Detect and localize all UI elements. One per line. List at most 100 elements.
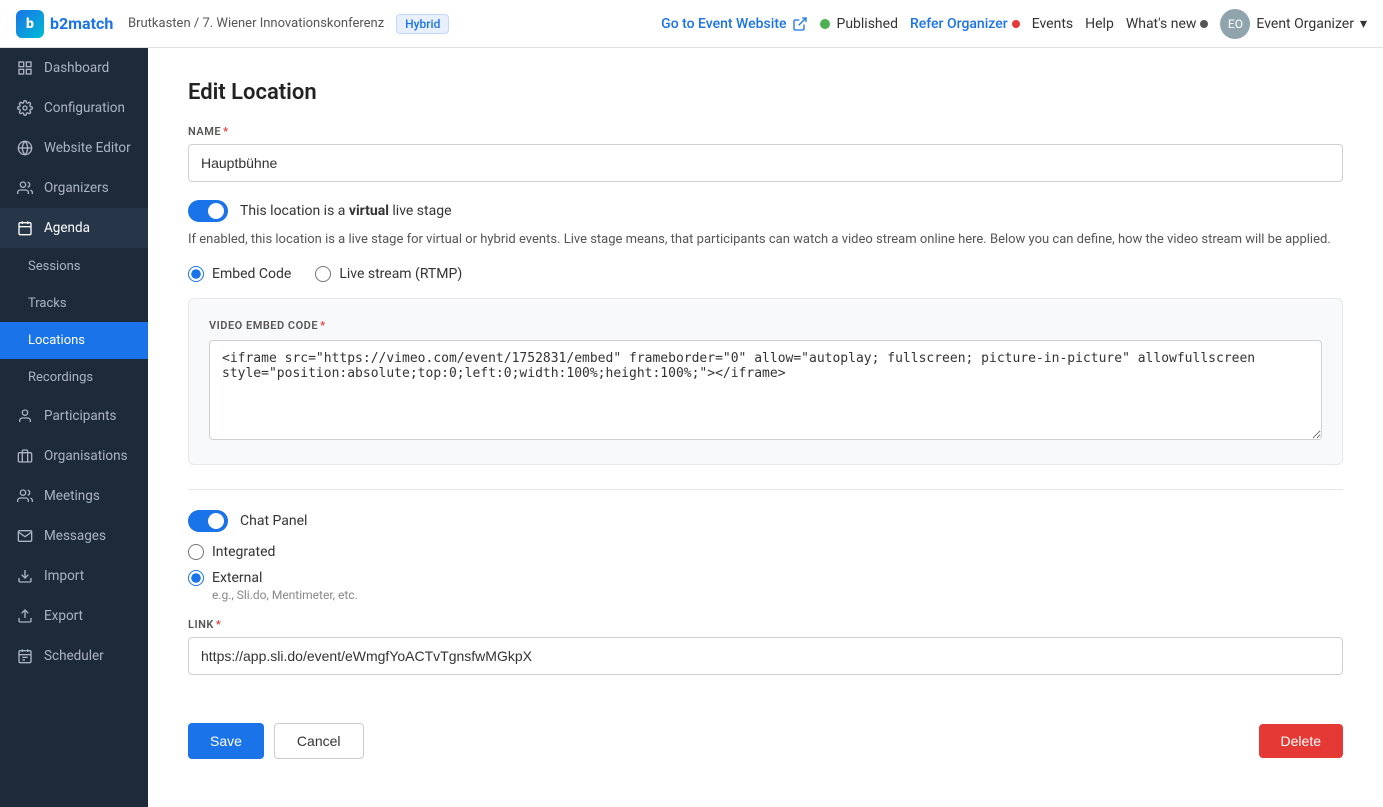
topnav: b b2match Brutkasten / 7. Wiener Innovat…: [0, 0, 1383, 48]
livestream-radio-item[interactable]: Live stream (RTMP): [315, 266, 462, 282]
sidebar-item-scheduler[interactable]: Scheduler: [0, 636, 148, 676]
external-hint: e.g., Sli.do, Mentimeter, etc.: [212, 588, 1343, 602]
sidebar-item-configuration[interactable]: Configuration: [0, 88, 148, 128]
website-editor-icon: [16, 139, 34, 157]
chat-type-radio-group: Integrated External e.g., Sli.do, Mentim…: [188, 544, 1343, 602]
footer-left-buttons: Save Cancel: [188, 723, 364, 759]
sidebar-item-sessions-label: Sessions: [28, 259, 81, 274]
sidebar-item-messages[interactable]: Messages: [0, 516, 148, 556]
sidebar-item-export-label: Export: [44, 608, 83, 624]
breadcrumb: Brutkasten / 7. Wiener Innovationskonfer…: [128, 16, 384, 31]
livestream-radio[interactable]: [315, 266, 331, 282]
agenda-icon: [16, 219, 34, 237]
sidebar-item-sessions[interactable]: Sessions: [0, 248, 148, 285]
sidebar-item-meetings[interactable]: Meetings: [0, 476, 148, 516]
link-field-group: LINK*: [188, 618, 1343, 675]
embed-code-radio-item[interactable]: Embed Code: [188, 266, 291, 282]
stream-type-radio-group: Embed Code Live stream (RTMP): [188, 266, 1343, 282]
virtual-info-text: If enabled, this location is a live stag…: [188, 230, 1343, 250]
sidebar-item-agenda-label: Agenda: [44, 220, 90, 236]
sidebar-item-import[interactable]: Import: [0, 556, 148, 596]
logo-text: b2match: [50, 14, 113, 33]
goto-label: Go to Event Website: [661, 16, 786, 32]
logo[interactable]: b b2match: [16, 10, 116, 38]
sidebar-item-participants-label: Participants: [44, 408, 117, 424]
footer-buttons: Save Cancel Delete: [188, 707, 1343, 759]
sidebar-item-recordings[interactable]: Recordings: [0, 359, 148, 396]
sidebar-item-meetings-label: Meetings: [44, 488, 100, 504]
participants-icon: [16, 407, 34, 425]
whatsnew-dot: [1200, 20, 1208, 28]
name-input[interactable]: [188, 144, 1343, 182]
sidebar-item-locations-label: Locations: [28, 333, 85, 348]
sidebar-item-messages-label: Messages: [44, 528, 106, 544]
link-label: LINK*: [188, 618, 1343, 631]
user-menu[interactable]: EO Event Organizer ▾: [1220, 9, 1367, 39]
external-radio-group: External e.g., Sli.do, Mentimeter, etc.: [188, 570, 1343, 602]
sidebar-item-locations[interactable]: Locations: [0, 322, 148, 359]
external-radio[interactable]: [188, 570, 204, 586]
sidebar-item-import-label: Import: [44, 568, 84, 584]
chat-panel-toggle-row: Chat Panel: [188, 510, 1343, 532]
scheduler-icon: [16, 647, 34, 665]
link-input[interactable]: [188, 637, 1343, 675]
external-label: External: [212, 570, 262, 586]
organisations-icon: [16, 447, 34, 465]
external-radio-item[interactable]: External: [188, 570, 1343, 586]
configuration-icon: [16, 99, 34, 117]
divider: [188, 489, 1343, 490]
goto-event-website-link[interactable]: Go to Event Website: [661, 16, 808, 32]
toggle-slider: [188, 200, 228, 222]
cancel-button[interactable]: Cancel: [274, 723, 364, 759]
sidebar-item-organizers[interactable]: Organizers: [0, 168, 148, 208]
embed-code-label: Embed Code: [212, 266, 291, 282]
sidebar-item-tracks-label: Tracks: [28, 296, 67, 311]
chat-panel-section: Chat Panel Integrated External e.g., Sli…: [188, 510, 1343, 675]
video-embed-code-textarea[interactable]: <iframe src="https://vimeo.com/event/175…: [209, 340, 1322, 440]
events-link[interactable]: Events: [1032, 16, 1073, 32]
sidebar-item-export[interactable]: Export: [0, 596, 148, 636]
integrated-radio-item[interactable]: Integrated: [188, 544, 1343, 560]
embed-code-radio[interactable]: [188, 266, 204, 282]
dashboard-icon: [16, 59, 34, 77]
embed-code-section: VIDEO EMBED CODE* <iframe src="https://v…: [188, 298, 1343, 465]
sidebar-item-agenda[interactable]: Agenda: [0, 208, 148, 248]
chat-panel-label: Chat Panel: [240, 513, 307, 529]
virtual-toggle[interactable]: [188, 200, 228, 222]
meetings-icon: [16, 487, 34, 505]
delete-button[interactable]: Delete: [1259, 724, 1343, 758]
logo-icon: b: [16, 10, 44, 38]
hybrid-badge: Hybrid: [396, 14, 449, 34]
breadcrumb-event[interactable]: 7. Wiener Innovationskonferenz: [202, 16, 384, 31]
main-content: Edit Location NAME* This location is a v…: [148, 48, 1383, 807]
virtual-toggle-label: This location is a virtual live stage: [240, 203, 452, 219]
chat-toggle-slider: [188, 510, 228, 532]
breadcrumb-org[interactable]: Brutkasten: [128, 16, 191, 31]
sidebar-item-dashboard-label: Dashboard: [44, 60, 109, 76]
avatar: EO: [1220, 9, 1250, 39]
help-link[interactable]: Help: [1085, 16, 1114, 32]
integrated-radio[interactable]: [188, 544, 204, 560]
user-label: Event Organizer: [1256, 16, 1354, 32]
sidebar-item-participants[interactable]: Participants: [0, 396, 148, 436]
messages-icon: [16, 527, 34, 545]
sidebar-item-dashboard[interactable]: Dashboard: [0, 48, 148, 88]
chat-panel-toggle[interactable]: [188, 510, 228, 532]
published-status: Published: [820, 16, 897, 32]
refer-organizer-link[interactable]: Refer Organizer: [910, 16, 1020, 32]
sidebar-item-recordings-label: Recordings: [28, 370, 93, 385]
integrated-label: Integrated: [212, 544, 275, 560]
external-link-icon: [792, 16, 808, 32]
sidebar-item-organisations[interactable]: Organisations: [0, 436, 148, 476]
sidebar-item-website-editor[interactable]: Website Editor: [0, 128, 148, 168]
sidebar-item-website-editor-label: Website Editor: [44, 140, 131, 156]
sidebar: Dashboard Configuration Website Editor O…: [0, 48, 148, 807]
published-label: Published: [836, 16, 897, 32]
sidebar-item-tracks[interactable]: Tracks: [0, 285, 148, 322]
import-icon: [16, 567, 34, 585]
page-title: Edit Location: [188, 80, 1343, 105]
sidebar-item-organisations-label: Organisations: [44, 448, 128, 464]
video-embed-code-label: VIDEO EMBED CODE*: [209, 319, 1322, 332]
whatsnew-link[interactable]: What's new: [1126, 16, 1209, 32]
save-button[interactable]: Save: [188, 723, 264, 759]
